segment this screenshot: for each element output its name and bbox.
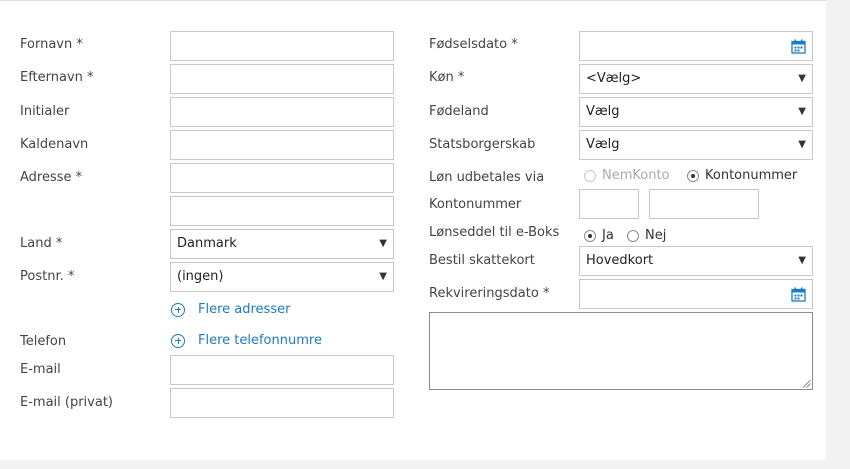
kontonummer-label: Kontonummer [429,197,522,212]
radio-nej-label: Nej [645,228,667,243]
initialer-label: Initialer [20,104,70,119]
email-privat-input[interactable] [170,388,394,418]
calendar-icon[interactable] [791,39,806,54]
radio-circle-checked [584,229,596,242]
chevron-down-icon: ▼ [798,255,806,266]
initialer-input[interactable] [170,97,394,127]
chevron-down-icon: ▼ [798,106,806,117]
flere-telefonnumre-link[interactable]: Flere telefonnumre [171,333,322,348]
radio-nej[interactable]: Nej [627,228,666,243]
postnr-select-value: (ingen) [177,269,224,284]
koen-label: Køn * [429,70,465,85]
calendar-icon[interactable] [791,287,806,302]
foedselsdato-input[interactable] [579,31,813,61]
employee-form-panel: Fornavn * Efternavn * Initialer Kaldenav… [0,0,826,460]
radio-ja-label: Ja [602,228,614,243]
skattekort-select[interactable]: Hovedkort ▼ [579,246,813,276]
loen-udbetales-label: Løn udbetales via [429,170,545,185]
radio-circle [627,229,639,242]
kaldenavn-input[interactable] [170,130,394,160]
flere-adresser-link[interactable]: Flere adresser [171,302,290,317]
land-select-value: Danmark [177,236,237,251]
foedeland-select[interactable]: Vælg ▼ [579,97,813,127]
foedselsdato-label: Fødselsdato * [429,37,518,52]
loenseddel-label: Lønseddel til e-Boks [429,225,560,240]
efternavn-label: Efternavn * [20,70,94,85]
radio-ja[interactable]: Ja [584,228,614,243]
rekvireringsdato-input[interactable] [579,279,813,309]
radio-nemkonto-label: NemKonto [602,168,670,183]
chevron-down-icon: ▼ [798,73,806,84]
radio-nemkonto[interactable]: NemKonto [584,168,670,183]
chevron-down-icon: ▼ [798,139,806,150]
adresse-line2-input[interactable] [170,196,394,226]
chevron-down-icon: ▼ [379,271,387,282]
kaldenavn-label: Kaldenavn [20,137,89,152]
chevron-down-icon: ▼ [379,238,387,249]
radio-kontonummer-label: Kontonummer [705,168,798,183]
flere-adresser-text: Flere adresser [198,302,291,317]
top-divider [0,0,826,1]
koen-select-value: <Vælg> [586,71,642,86]
land-label: Land * [20,236,63,251]
flere-telefonnumre-text: Flere telefonnumre [198,333,322,348]
skattekort-select-value: Hovedkort [586,253,654,268]
konto-nr-input[interactable] [649,189,759,219]
fornavn-label: Fornavn * [20,37,83,52]
plus-circle-icon [171,333,185,348]
radio-circle-checked [687,169,699,182]
statsborgerskab-select-value: Vælg [586,137,620,152]
efternavn-input[interactable] [170,64,394,94]
adresse-label: Adresse * [20,170,83,185]
rekvireringsdato-label: Rekvireringsdato * [429,286,550,301]
email-label: E-mail [20,362,61,377]
foedeland-label: Fødeland [429,104,489,119]
radio-kontonummer[interactable]: Kontonummer [687,168,797,183]
statsborgerskab-select[interactable]: Vælg ▼ [579,130,813,160]
email-privat-label: E-mail (privat) [20,395,113,410]
foedeland-select-value: Vælg [586,104,620,119]
land-select[interactable]: Danmark ▼ [170,229,394,259]
statsborgerskab-label: Statsborgerskab [429,137,536,152]
skattekort-label: Bestil skattekort [429,253,535,268]
notes-textarea[interactable] [429,312,813,390]
koen-select[interactable]: <Vælg> ▼ [579,64,813,94]
fornavn-input[interactable] [170,31,394,61]
plus-circle-icon [171,302,185,317]
postnr-label: Postnr. * [20,269,75,284]
resize-grip-icon[interactable] [802,379,811,388]
adresse-input[interactable] [170,163,394,193]
radio-circle [584,169,596,182]
reg-nr-input[interactable] [579,189,639,219]
postnr-select[interactable]: (ingen) ▼ [170,262,394,292]
telefon-label: Telefon [20,334,67,349]
email-input[interactable] [170,355,394,385]
